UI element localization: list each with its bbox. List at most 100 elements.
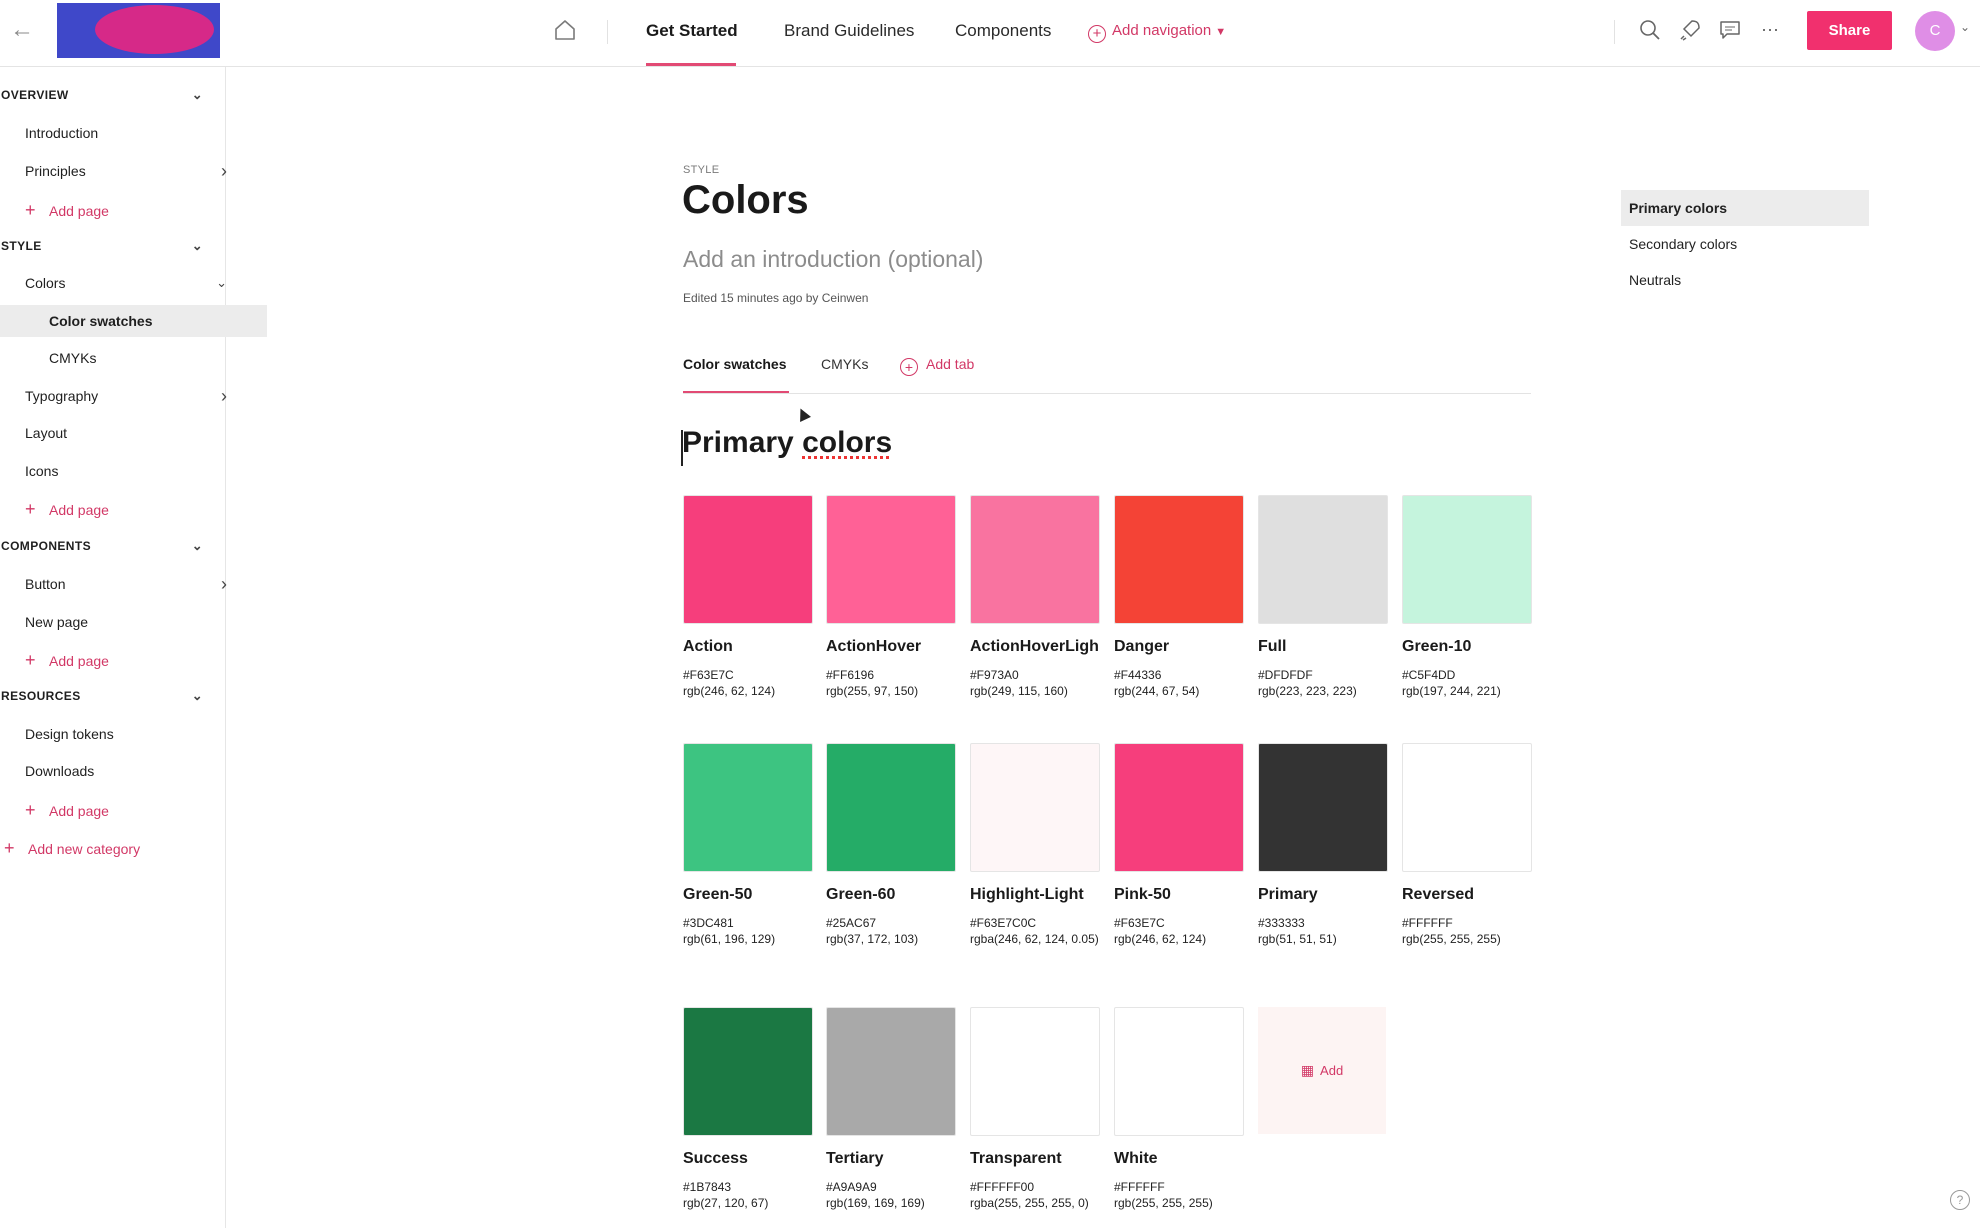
back-arrow-icon[interactable]: ← bbox=[8, 16, 36, 44]
sidebar-item-icons[interactable]: Icons bbox=[0, 455, 243, 487]
tab-cmyks[interactable]: CMYKs bbox=[821, 356, 868, 372]
swatch-name: Green-60 bbox=[826, 886, 896, 903]
swatch-color-box[interactable] bbox=[683, 743, 813, 872]
color-swatch-card[interactable]: ActionHoverLigh #F973A0 rgb(249, 115, 160) bbox=[970, 495, 1100, 699]
chevron-down-icon[interactable]: ⌄ bbox=[192, 230, 203, 262]
sidebar-category-style[interactable]: STYLE ⌄ bbox=[0, 230, 219, 262]
color-swatch-card[interactable]: Tertiary #A9A9A9 rgb(169, 169, 169) bbox=[826, 1007, 956, 1211]
swatch-color-box[interactable] bbox=[1258, 495, 1388, 624]
avatar[interactable]: C bbox=[1915, 11, 1955, 51]
nav-tab-get-started[interactable]: Get Started bbox=[646, 20, 738, 42]
tab-color-swatches[interactable]: Color swatches bbox=[683, 356, 786, 372]
swatch-color-box[interactable] bbox=[826, 1007, 956, 1136]
color-swatch-card[interactable]: ActionHover #FF6196 rgb(255, 97, 150) bbox=[826, 495, 956, 699]
more-icon[interactable]: ⋯ bbox=[1758, 18, 1782, 42]
swatch-color-box[interactable] bbox=[970, 1007, 1100, 1136]
sidebar-item-introduction[interactable]: Introduction bbox=[0, 117, 243, 149]
chevron-down-icon[interactable]: ⌄ bbox=[1960, 20, 1970, 34]
sidebar-subitem-color-swatches[interactable]: Color swatches bbox=[0, 305, 267, 337]
sidebar-item-button[interactable]: Button › bbox=[0, 568, 243, 600]
plus-icon: + bbox=[25, 200, 36, 220]
swatch-color-box[interactable] bbox=[826, 743, 956, 872]
chevron-down-icon[interactable]: ⌄ bbox=[192, 530, 203, 562]
home-icon[interactable] bbox=[553, 18, 577, 42]
sidebar-category-overview[interactable]: OVERVIEW ⌄ bbox=[0, 79, 219, 111]
toc-item[interactable]: Primary colors bbox=[1621, 190, 1869, 226]
sidebar-add-category-button[interactable]: + Add new category bbox=[0, 832, 222, 864]
sidebar-add-page-button[interactable]: + Add page bbox=[0, 644, 243, 676]
add-navigation-label: Add navigation bbox=[1112, 22, 1212, 39]
swatch-color-box[interactable] bbox=[1114, 743, 1244, 872]
color-swatch-card[interactable]: Primary #333333 rgb(51, 51, 51) bbox=[1258, 743, 1388, 947]
swatch-color-box[interactable] bbox=[1258, 743, 1388, 872]
color-swatch-card[interactable]: Success #1B7843 rgb(27, 120, 67) bbox=[683, 1007, 813, 1211]
sidebar-label: Introduction bbox=[25, 125, 99, 141]
search-icon[interactable] bbox=[1638, 18, 1662, 42]
sidebar-add-page-button[interactable]: + Add page bbox=[0, 493, 243, 525]
chevron-down-icon[interactable]: ⌄ bbox=[192, 680, 203, 712]
add-tab-button[interactable]: + Add tab bbox=[900, 356, 974, 376]
brand-logo[interactable] bbox=[57, 3, 220, 58]
color-swatch-card[interactable]: Action #F63E7C rgb(246, 62, 124) bbox=[683, 495, 813, 699]
sidebar-item-typography[interactable]: Typography › bbox=[0, 380, 243, 412]
toc-item[interactable]: Neutrals bbox=[1621, 262, 1869, 298]
sidebar-category-components[interactable]: COMPONENTS ⌄ bbox=[0, 530, 219, 562]
swatch-color-box[interactable] bbox=[970, 495, 1100, 624]
toc-item[interactable]: Secondary colors bbox=[1621, 226, 1869, 262]
nav-tab-components[interactable]: Components bbox=[955, 20, 1051, 42]
sidebar-item-design-tokens[interactable]: Design tokens bbox=[0, 718, 243, 750]
page-title[interactable]: Colors bbox=[682, 178, 809, 223]
swatch-name: Reversed bbox=[1402, 886, 1475, 903]
chevron-right-icon[interactable]: › bbox=[221, 380, 227, 412]
sidebar-label: Layout bbox=[25, 425, 68, 441]
top-bar: ← Get Started Brand Guidelines Component… bbox=[0, 0, 1980, 67]
add-swatch-button[interactable]: ▦ Add bbox=[1258, 1007, 1386, 1134]
section-title[interactable]: Primary colors bbox=[681, 426, 892, 466]
sidebar-item-principles[interactable]: Principles › bbox=[0, 155, 243, 187]
swatch-hex: #F44336 bbox=[1114, 668, 1162, 682]
swatch-color-box[interactable] bbox=[1402, 495, 1532, 624]
share-button[interactable]: Share bbox=[1807, 11, 1892, 50]
swatch-hex: #F63E7C0C bbox=[970, 916, 1037, 930]
sidebar-item-new-page[interactable]: New page bbox=[0, 606, 243, 638]
chevron-right-icon[interactable]: › bbox=[221, 155, 227, 187]
sidebar-item-downloads[interactable]: Downloads bbox=[0, 755, 243, 787]
help-icon[interactable]: ? bbox=[1950, 1190, 1970, 1210]
sidebar-category-resources[interactable]: RESOURCES ⌄ bbox=[0, 680, 219, 712]
sidebar-label: COMPONENTS bbox=[1, 539, 92, 553]
swatch-rgb: rgb(223, 223, 223) bbox=[1258, 684, 1357, 698]
swatch-color-box[interactable] bbox=[1114, 1007, 1244, 1136]
comment-icon[interactable] bbox=[1718, 18, 1742, 42]
swatch-rgb: rgb(249, 115, 160) bbox=[970, 684, 1068, 698]
color-swatch-card[interactable]: Green-50 #3DC481 rgb(61, 196, 129) bbox=[683, 743, 813, 947]
color-swatch-card[interactable]: White #FFFFFF rgb(255, 255, 255) bbox=[1114, 1007, 1244, 1211]
swatch-color-box[interactable] bbox=[683, 1007, 813, 1136]
color-swatch-card[interactable]: Full #DFDFDF rgb(223, 223, 223) bbox=[1258, 495, 1388, 699]
swatch-rgb: rgba(246, 62, 124, 0.05) bbox=[970, 932, 1099, 946]
color-swatch-card[interactable]: Green-60 #25AC67 rgb(37, 172, 103) bbox=[826, 743, 956, 947]
swatch-color-box[interactable] bbox=[826, 495, 956, 624]
chevron-right-icon[interactable]: › bbox=[221, 568, 227, 600]
sidebar-item-colors[interactable]: Colors ⌄ bbox=[0, 267, 243, 299]
color-swatch-card[interactable]: Pink-50 #F63E7C rgb(246, 62, 124) bbox=[1114, 743, 1244, 947]
chevron-down-icon[interactable]: ⌄ bbox=[216, 267, 227, 299]
color-swatch-card[interactable]: Transparent #FFFFFF00 rgba(255, 255, 255, … bbox=[970, 1007, 1100, 1211]
color-swatch-card[interactable]: Danger #F44336 rgb(244, 67, 54) bbox=[1114, 495, 1244, 699]
add-navigation-button[interactable]: + Add navigation ▼ bbox=[1088, 20, 1226, 43]
color-swatch-card[interactable]: Reversed #FFFFFF rgb(255, 255, 255) bbox=[1402, 743, 1532, 947]
sidebar-item-layout[interactable]: Layout bbox=[0, 417, 243, 449]
sidebar-subitem-cmyks[interactable]: CMYKs bbox=[0, 342, 267, 374]
swatch-color-box[interactable] bbox=[1402, 743, 1532, 872]
nav-tab-brand-guidelines[interactable]: Brand Guidelines bbox=[784, 20, 914, 42]
intro-input[interactable]: Add an introduction (optional) bbox=[683, 246, 983, 273]
sidebar-add-page-button[interactable]: + Add page bbox=[0, 194, 243, 226]
swatch-color-box[interactable] bbox=[970, 743, 1100, 872]
sidebar-add-page-button[interactable]: + Add page bbox=[0, 794, 243, 826]
color-swatch-card[interactable]: Green-10 #C5F4DD rgb(197, 244, 221) bbox=[1402, 495, 1532, 699]
swatch-color-box[interactable] bbox=[1114, 495, 1244, 624]
chevron-down-icon[interactable]: ⌄ bbox=[192, 79, 203, 111]
rocket-icon[interactable] bbox=[1678, 18, 1702, 42]
swatch-rgb: rgb(197, 244, 221) bbox=[1402, 684, 1501, 698]
swatch-color-box[interactable] bbox=[683, 495, 813, 624]
color-swatch-card[interactable]: Highlight-Light #F63E7C0C rgba(246, 62, 12… bbox=[970, 743, 1100, 947]
